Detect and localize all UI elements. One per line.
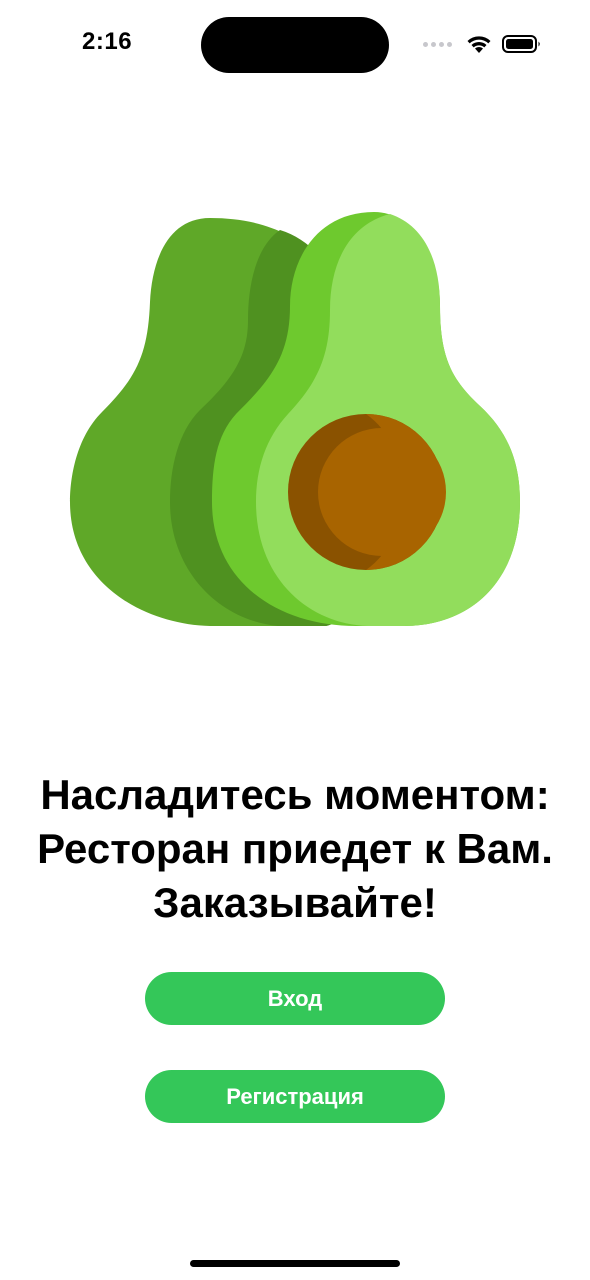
wifi-icon [467,36,491,53]
promo-headline: Насладитесь моментом: Ресторан приедет к… [0,768,590,930]
headline-line-1: Насладитесь моментом: [40,771,550,818]
dynamic-island [201,17,389,73]
status-icons [423,32,542,56]
headline-line-3: Заказывайте! [153,879,437,926]
headline-line-2: Ресторан приедет к Вам. [37,825,553,872]
status-time: 2:16 [82,28,133,55]
register-button[interactable]: Регистрация [145,1070,445,1123]
cellular-signal-icon [423,41,452,47]
home-indicator[interactable] [190,1260,400,1267]
login-button[interactable]: Вход [145,972,445,1025]
status-bar: 2:16 [0,0,590,90]
battery-icon [502,35,540,53]
avocado-illustration [70,212,520,626]
